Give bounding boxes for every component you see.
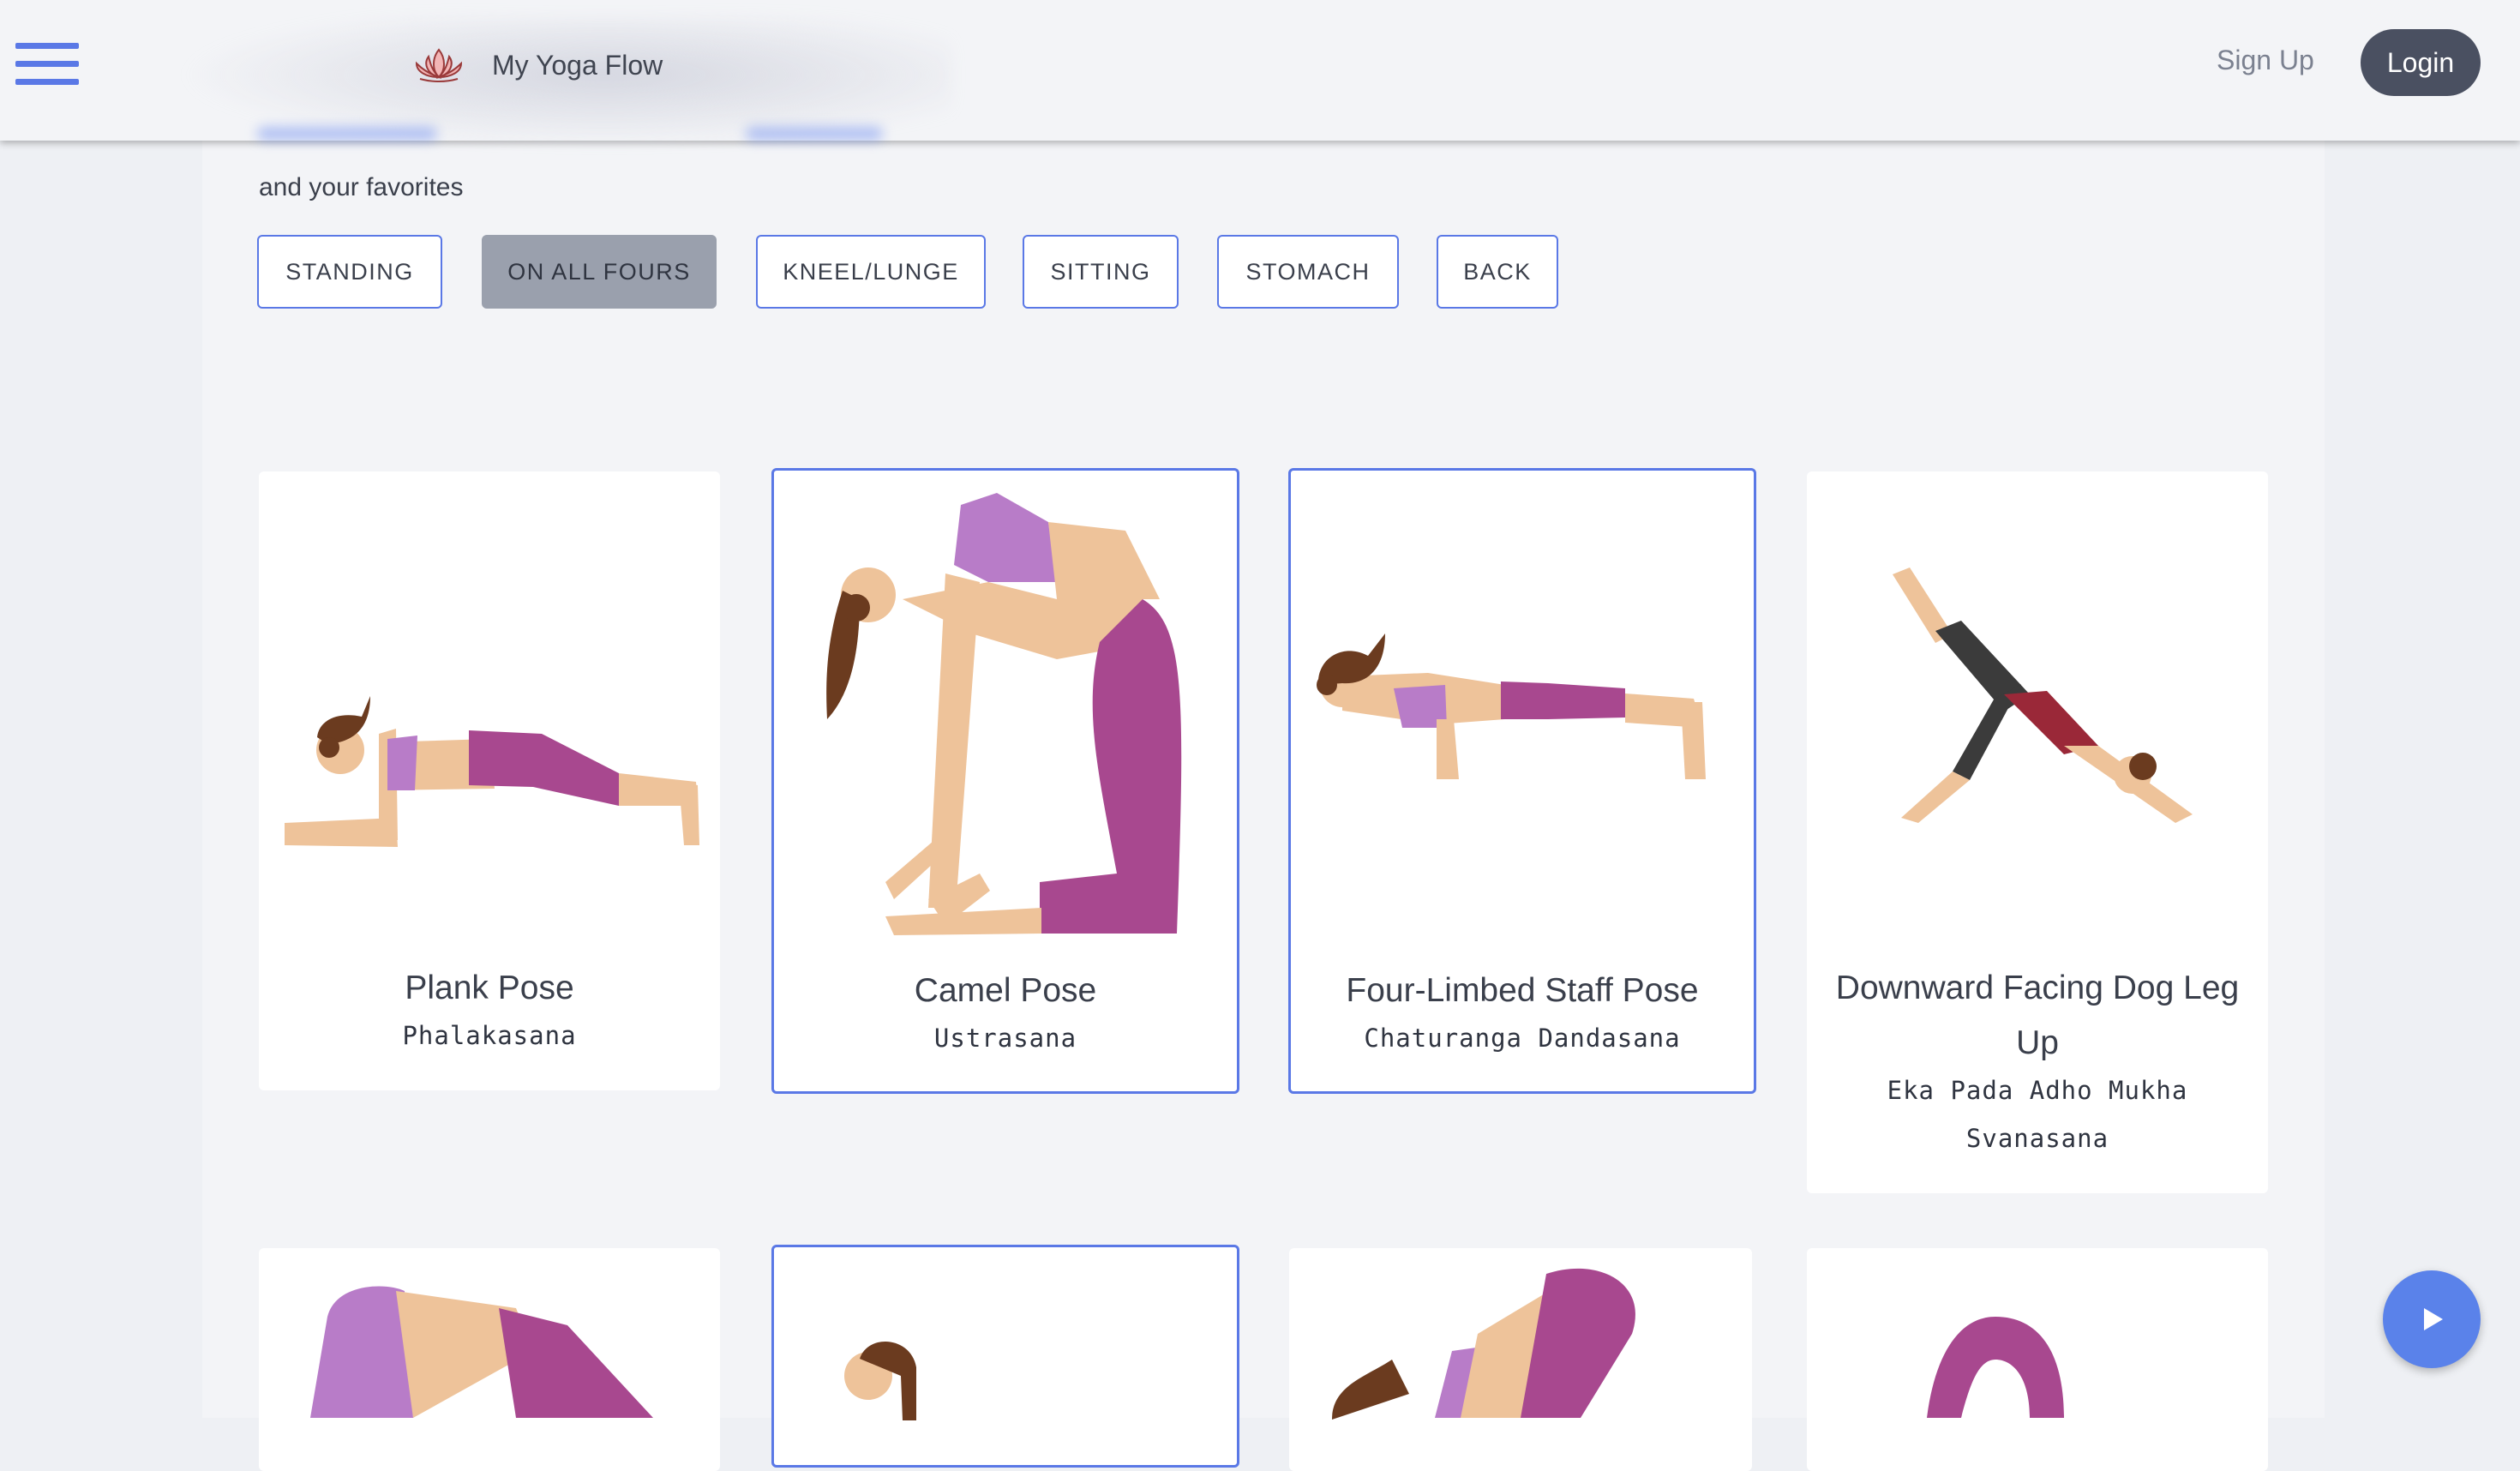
pose-card-downward-dog-leg-up[interactable]: Downward Facing Dog Leg Up Eka Pada Adho…: [1807, 471, 2268, 1193]
brand-link[interactable]: My Yoga Flow: [411, 38, 663, 93]
lotus-icon: [415, 48, 463, 82]
pose-sanskrit-line1: Eka Pada Adho Mukha: [1887, 1076, 2188, 1105]
pose-illustration: [310, 1286, 653, 1418]
filter-standing[interactable]: STANDING: [257, 235, 442, 309]
pose-sanskrit: Ustrasana: [933, 1024, 1077, 1053]
pose-card[interactable]: [1289, 1248, 1752, 1471]
filter-sitting[interactable]: SITTING: [1023, 235, 1179, 309]
blurred-underline: [257, 127, 437, 141]
filter-kneel-lunge[interactable]: KNEEL/LUNGE: [756, 235, 986, 309]
pose-card[interactable]: [259, 1248, 720, 1471]
pose-illustration: [1332, 1268, 1635, 1420]
login-button[interactable]: Login: [2361, 29, 2481, 96]
play-button[interactable]: [2383, 1270, 2481, 1368]
pose-name: Plank Pose: [405, 970, 574, 1006]
pose-card-four-limbed-staff[interactable]: Four-Limbed Staff Pose Chaturanga Dandas…: [1288, 468, 1756, 1094]
pose-sanskrit-line2: Svanasana: [1965, 1124, 2109, 1153]
sign-up-link[interactable]: Sign Up: [2217, 45, 2314, 76]
pose-card-plank[interactable]: Plank Pose Phalakasana: [259, 471, 720, 1090]
filter-on-all-fours[interactable]: ON ALL FOURS: [482, 235, 717, 309]
play-icon: [2424, 1308, 2443, 1330]
brand-name: My Yoga Flow: [492, 49, 663, 81]
pose-sanskrit: Phalakasana: [402, 1021, 577, 1050]
hamburger-menu-icon[interactable]: [15, 43, 79, 86]
pose-card[interactable]: [771, 1245, 1239, 1468]
filter-back[interactable]: BACK: [1437, 235, 1558, 309]
favorites-caption: and your favorites: [259, 173, 464, 201]
filter-stomach[interactable]: STOMACH: [1217, 235, 1399, 309]
pose-illustration: [1927, 1317, 2064, 1418]
pose-name: Four-Limbed Staff Pose: [1346, 972, 1699, 1009]
pose-sanskrit: Chaturanga Dandasana: [1364, 1024, 1681, 1053]
blurred-underline: [746, 127, 883, 141]
pose-name-line1: Downward Facing Dog Leg: [1835, 970, 2240, 1006]
pose-name-line2: Up: [2016, 1024, 2059, 1061]
pose-illustration: [844, 1341, 916, 1420]
pose-name: Camel Pose: [914, 972, 1097, 1009]
pose-card[interactable]: [1807, 1248, 2268, 1471]
top-bar: My Yoga Flow Sign Up Login: [0, 0, 2520, 146]
pose-card-camel[interactable]: Camel Pose Ustrasana: [771, 468, 1239, 1094]
